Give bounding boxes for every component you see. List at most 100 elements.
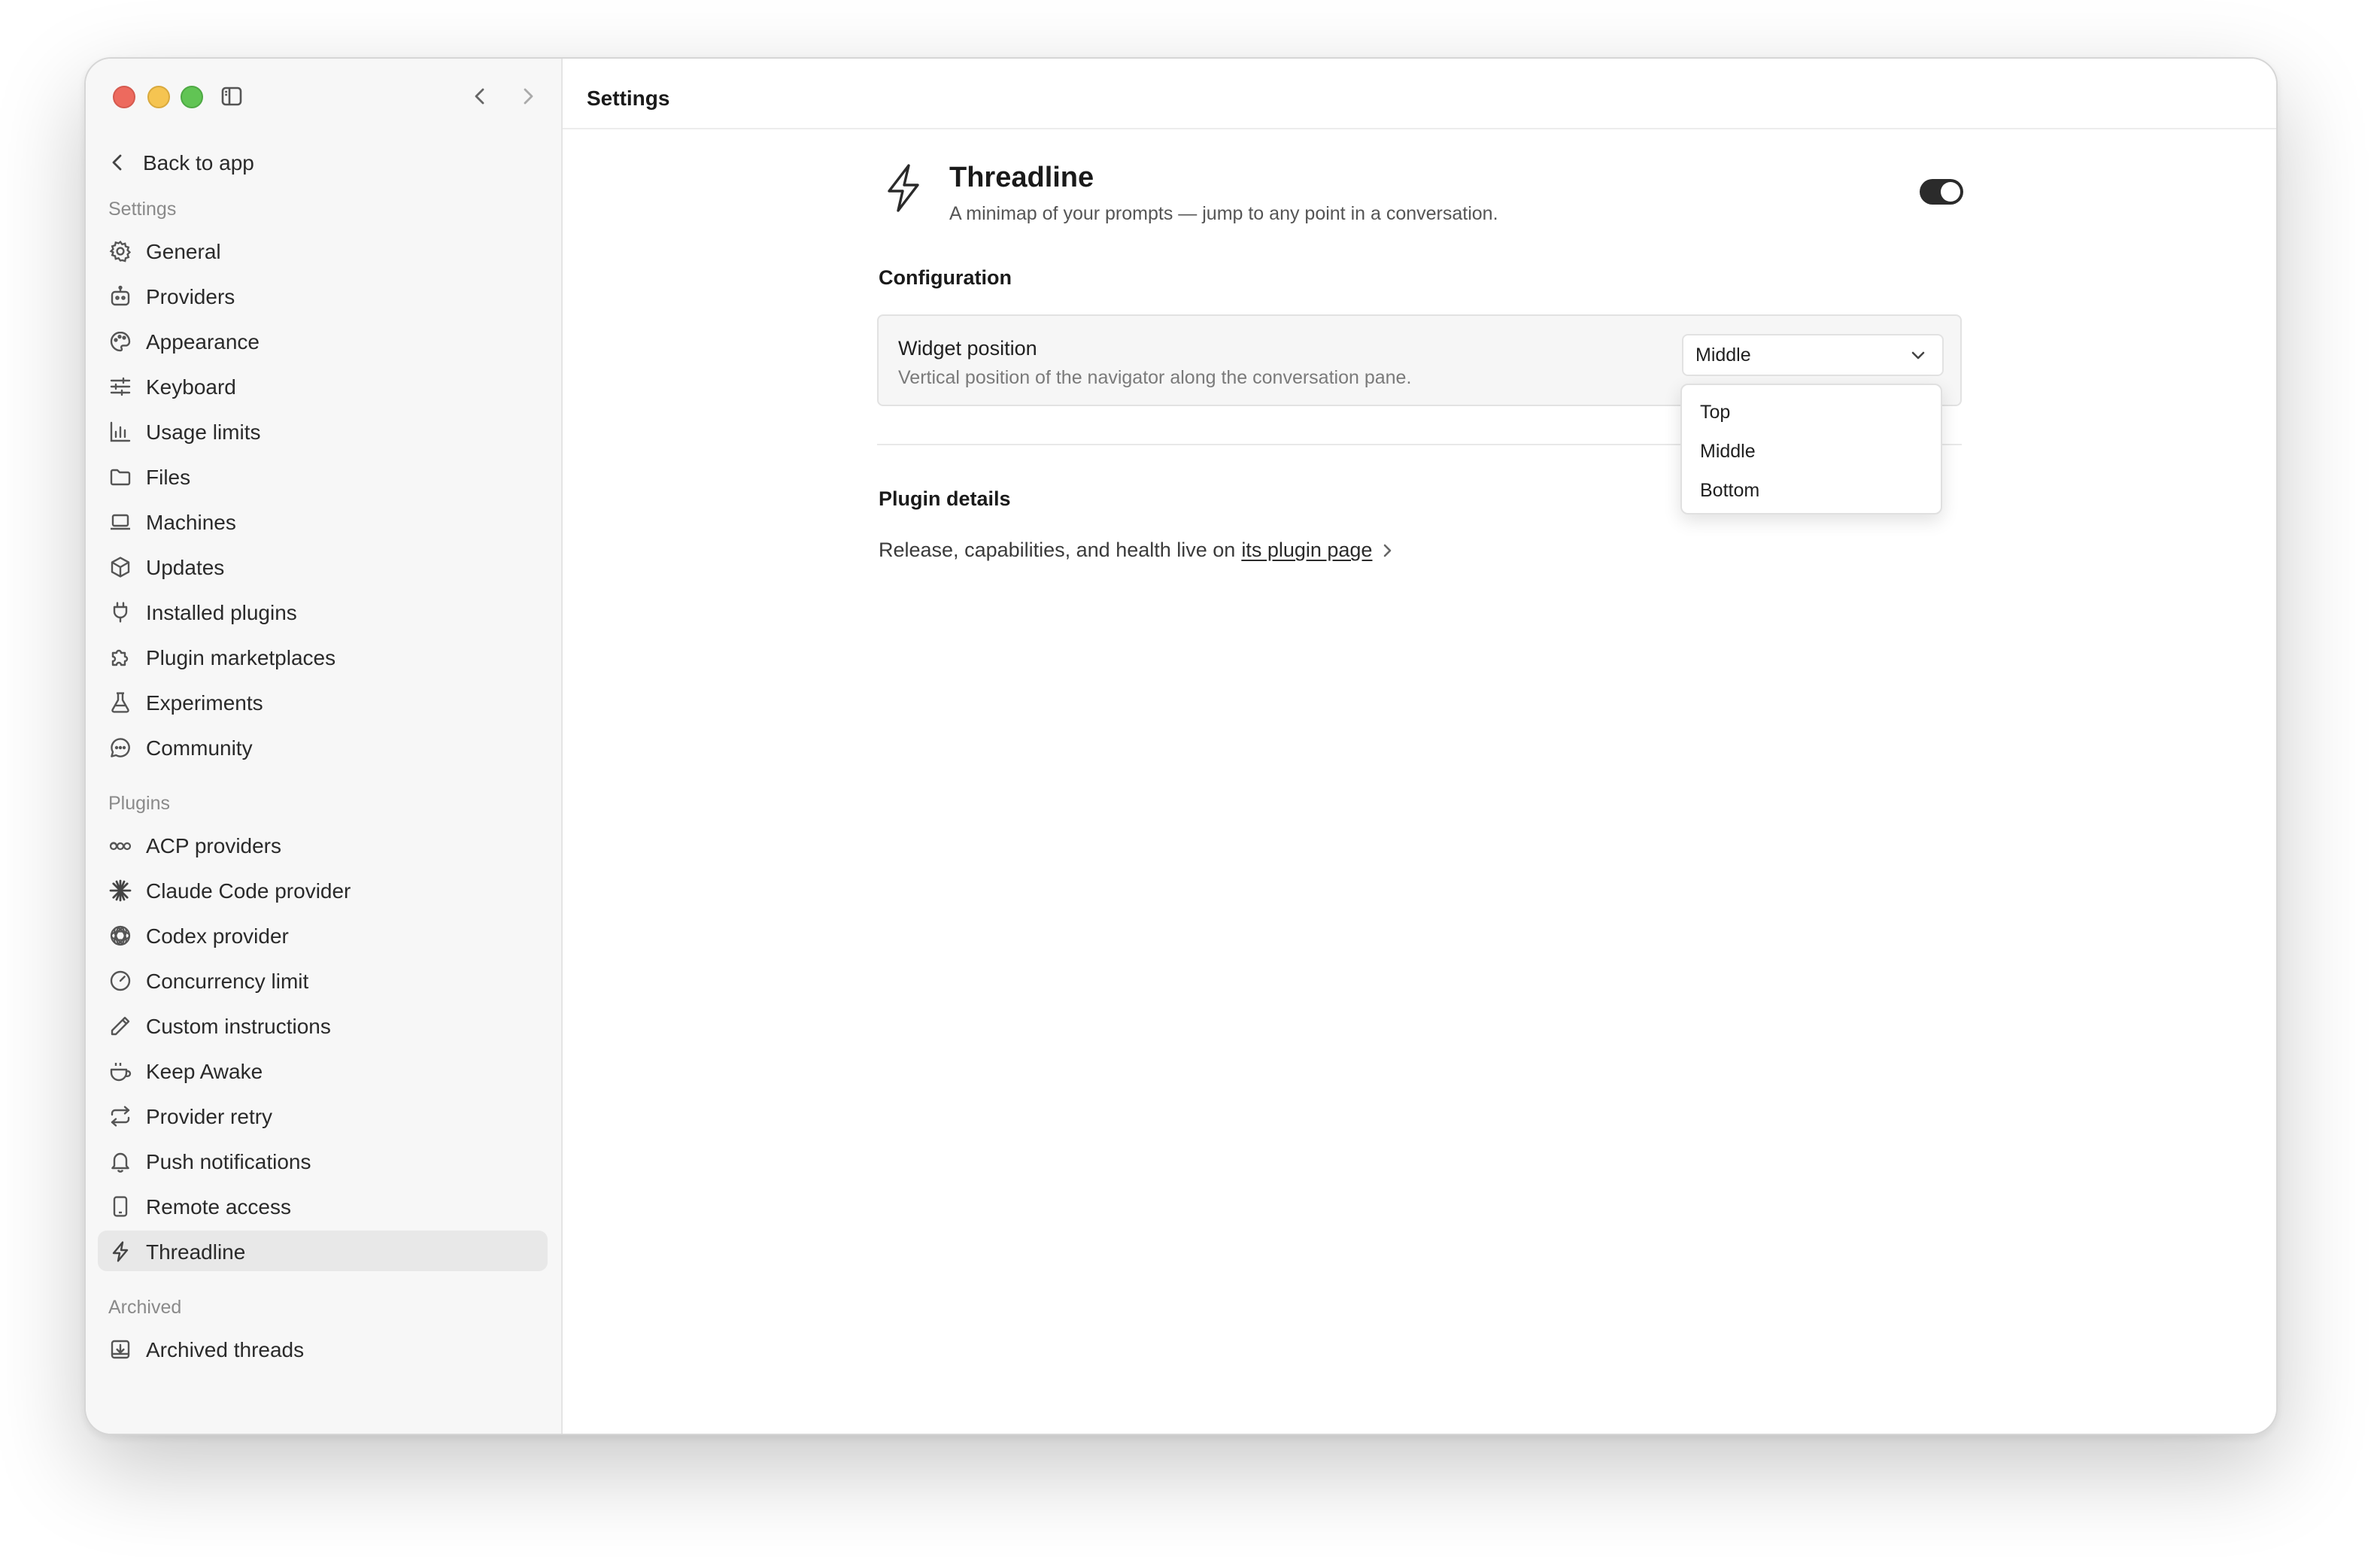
sidebar-item-installed-plugins[interactable]: Installed plugins xyxy=(98,591,548,632)
sidebar-item-label: Codex provider xyxy=(146,923,289,947)
plugin-name: Threadline xyxy=(949,162,1094,194)
sidebar-item-appearance[interactable]: Appearance xyxy=(98,320,548,361)
header-divider xyxy=(563,128,2276,129)
sidebar-item-push-notifications[interactable]: Push notifications xyxy=(98,1140,548,1181)
sidebar-item-label: Concurrency limit xyxy=(146,968,309,992)
acp-icon xyxy=(108,833,132,857)
openai-icon xyxy=(108,923,132,947)
nav-back-icon[interactable] xyxy=(468,84,492,108)
archive-icon xyxy=(108,1337,132,1361)
sidebar-item-label: Updates xyxy=(146,554,225,578)
pencil-icon xyxy=(108,1013,132,1037)
settings-section-label: Settings xyxy=(108,199,177,220)
laptop-icon xyxy=(108,509,132,533)
sidebar: Back to app Settings General Providers A… xyxy=(86,59,563,1434)
sidebar-item-providers[interactable]: Providers xyxy=(98,275,548,316)
sidebar-item-label: Experiments xyxy=(146,690,263,714)
chevron-right-icon xyxy=(1378,541,1396,559)
close-window-button[interactable] xyxy=(113,86,135,108)
sidebar-item-label: Keep Awake xyxy=(146,1058,263,1082)
sidebar-item-label: Usage limits xyxy=(146,419,261,443)
sidebar-item-claude-code-provider[interactable]: Claude Code provider xyxy=(98,870,548,910)
sliders-icon xyxy=(108,374,132,398)
chevron-left-icon xyxy=(107,152,128,173)
sidebar-item-label: Custom instructions xyxy=(146,1013,331,1037)
page-title: Settings xyxy=(587,86,670,110)
plug-icon xyxy=(108,599,132,624)
sidebar-item-remote-access[interactable]: Remote access xyxy=(98,1185,548,1226)
sidebar-item-label: Threadline xyxy=(146,1239,246,1263)
stage: Back to app Settings General Providers A… xyxy=(0,0,2380,1557)
repeat-icon xyxy=(108,1103,132,1128)
sidebar-item-label: Claude Code provider xyxy=(146,878,351,902)
plugin-page-link[interactable]: its plugin page xyxy=(1241,539,1372,561)
widget-position-dropdown: Top Middle Bottom xyxy=(1680,384,1942,514)
sidebar-item-concurrency-limit[interactable]: Concurrency limit xyxy=(98,960,548,1000)
sidebar-item-acp-providers[interactable]: ACP providers xyxy=(98,824,548,865)
sidebar-item-label: Providers xyxy=(146,284,235,308)
bar-chart-icon xyxy=(108,419,132,443)
bot-icon xyxy=(108,284,132,308)
chevron-down-icon xyxy=(1909,346,1927,364)
plugins-section-label: Plugins xyxy=(108,793,170,814)
sidebar-item-archived-threads[interactable]: Archived threads xyxy=(98,1328,548,1369)
plugin-description: A minimap of your prompts — jump to any … xyxy=(949,203,1498,224)
bell-icon xyxy=(108,1149,132,1173)
sidebar-item-label: Appearance xyxy=(146,329,260,353)
sidebar-item-machines[interactable]: Machines xyxy=(98,501,548,542)
starburst-icon xyxy=(108,878,132,902)
dropdown-option-top[interactable]: Top xyxy=(1682,393,1941,432)
package-icon xyxy=(108,554,132,578)
toggle-knob xyxy=(1941,182,1960,202)
sidebar-item-label: Machines xyxy=(146,509,236,533)
folder-icon xyxy=(108,464,132,488)
sidebar-item-label: Community xyxy=(146,735,253,759)
sidebar-item-label: General xyxy=(146,238,221,263)
sidebar-item-label: Files xyxy=(146,464,191,488)
main-pane: Settings Threadline A minimap of your pr… xyxy=(563,59,2276,1434)
sidebar-item-plugin-marketplaces[interactable]: Plugin marketplaces xyxy=(98,636,548,677)
sidebar-item-label: Keyboard xyxy=(146,374,236,398)
widget-position-label: Widget position xyxy=(898,337,1037,360)
nav-forward-icon[interactable] xyxy=(516,84,540,108)
plugin-details-heading: Plugin details xyxy=(879,487,1011,510)
sidebar-item-label: Remote access xyxy=(146,1194,291,1218)
sidebar-item-label: Push notifications xyxy=(146,1149,311,1173)
sidebar-item-threadline[interactable]: Threadline xyxy=(98,1231,548,1271)
sidebar-item-keyboard[interactable]: Keyboard xyxy=(98,366,548,406)
sidebar-item-label: Provider retry xyxy=(146,1103,273,1128)
app-window: Back to app Settings General Providers A… xyxy=(84,57,2278,1435)
sidebar-item-general[interactable]: General xyxy=(98,230,548,271)
sidebar-item-experiments[interactable]: Experiments xyxy=(98,681,548,722)
dropdown-option-bottom[interactable]: Bottom xyxy=(1682,471,1941,510)
sidebar-item-label: Archived threads xyxy=(146,1337,305,1361)
flask-icon xyxy=(108,690,132,714)
widget-position-select[interactable]: Middle xyxy=(1682,334,1944,376)
dropdown-option-middle[interactable]: Middle xyxy=(1682,432,1941,471)
minimize-window-button[interactable] xyxy=(147,86,170,108)
configuration-heading: Configuration xyxy=(879,266,1012,289)
palette-icon xyxy=(108,329,132,353)
sidebar-item-files[interactable]: Files xyxy=(98,456,548,496)
lightning-icon xyxy=(108,1239,132,1263)
sidebar-item-keep-awake[interactable]: Keep Awake xyxy=(98,1050,548,1091)
gauge-icon xyxy=(108,968,132,992)
maximize-window-button[interactable] xyxy=(181,86,203,108)
plugin-lightning-icon xyxy=(879,162,930,214)
plugin-details-sentence: Release, capabilities, and health live o… xyxy=(879,539,1236,561)
sidebar-item-updates[interactable]: Updates xyxy=(98,546,548,587)
sidebar-item-codex-provider[interactable]: Codex provider xyxy=(98,915,548,955)
sidebar-item-usage-limits[interactable]: Usage limits xyxy=(98,411,548,451)
select-value: Middle xyxy=(1695,344,1751,366)
sidebar-item-provider-retry[interactable]: Provider retry xyxy=(98,1095,548,1136)
plugin-details-text: Release, capabilities, and health live o… xyxy=(879,539,1396,561)
puzzle-icon xyxy=(108,645,132,669)
widget-position-description: Vertical position of the navigator along… xyxy=(898,367,1412,388)
sidebar-item-custom-instructions[interactable]: Custom instructions xyxy=(98,1005,548,1046)
back-to-app-label: Back to app xyxy=(143,150,254,175)
back-to-app-link[interactable]: Back to app xyxy=(107,144,254,181)
plugin-enabled-toggle[interactable] xyxy=(1920,179,1963,205)
sidebar-item-label: Plugin marketplaces xyxy=(146,645,336,669)
sidebar-toggle-icon[interactable] xyxy=(220,84,244,108)
sidebar-item-community[interactable]: Community xyxy=(98,727,548,767)
